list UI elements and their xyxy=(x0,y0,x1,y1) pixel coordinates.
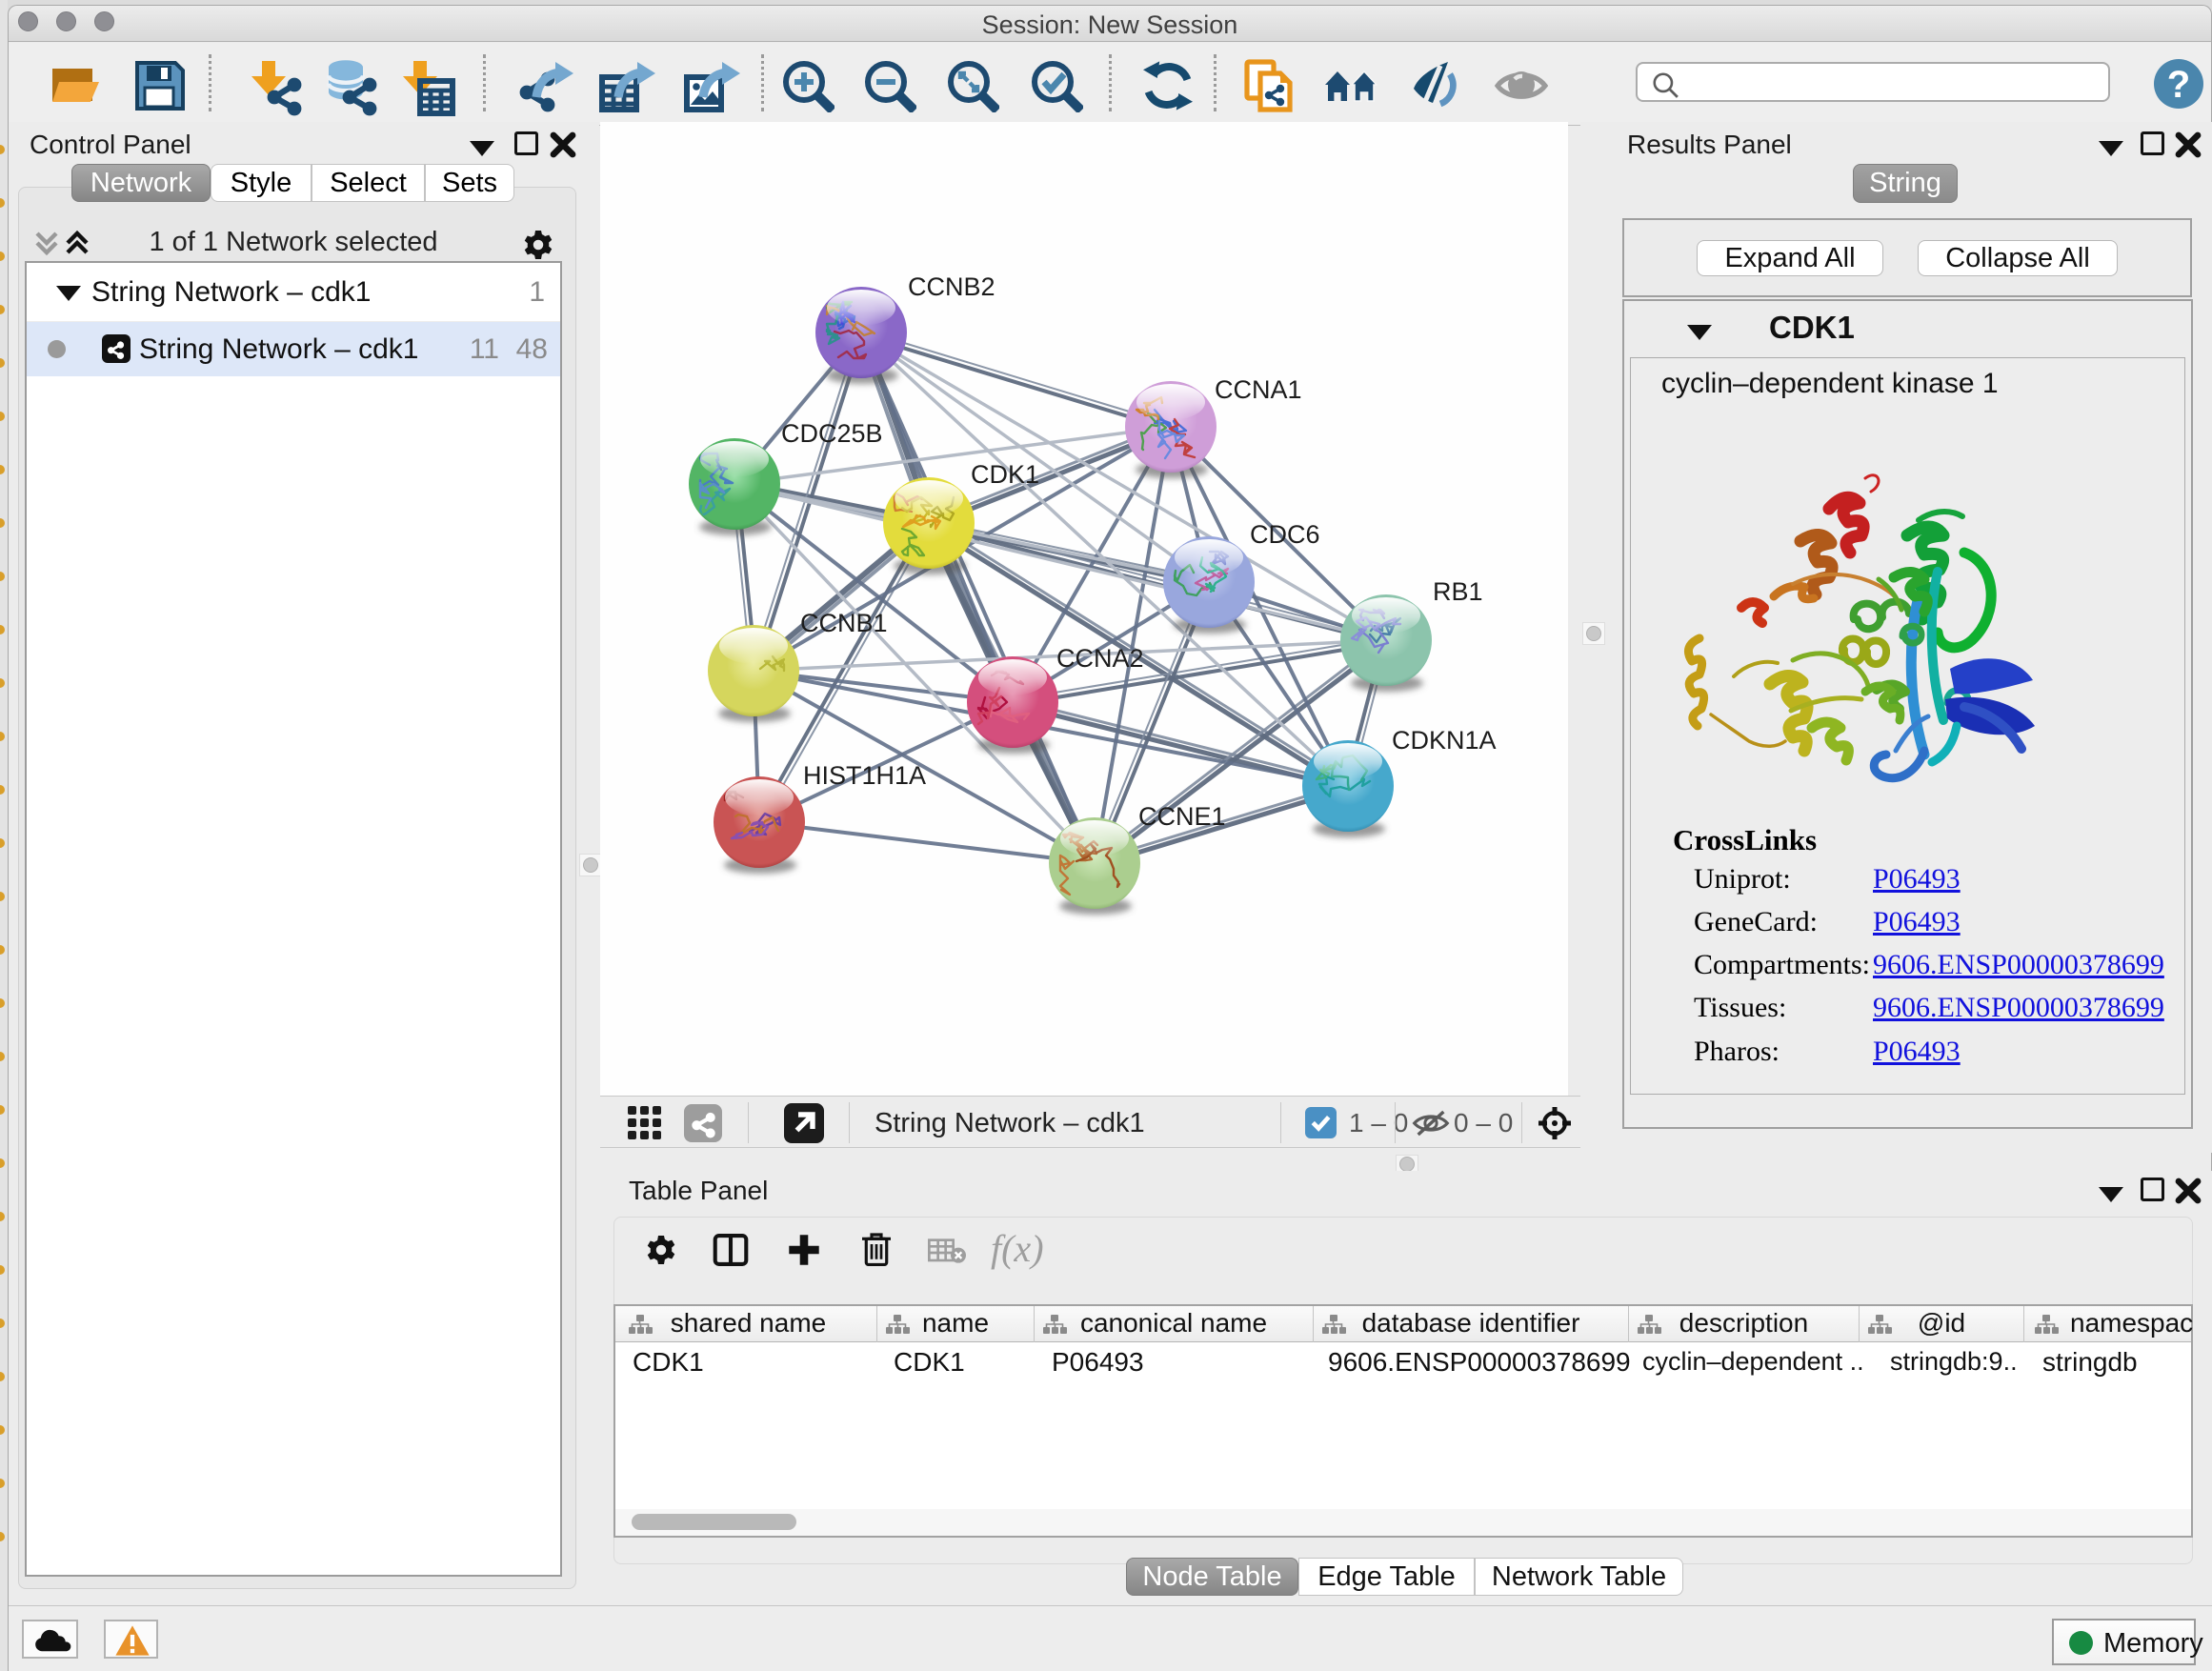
svg-text:CDC6: CDC6 xyxy=(1250,520,1320,549)
svg-text:CCNB2: CCNB2 xyxy=(908,272,995,301)
svg-text:CDC25B: CDC25B xyxy=(781,419,883,448)
svg-text:HIST1H1A: HIST1H1A xyxy=(803,761,926,790)
svg-text:CCNB1: CCNB1 xyxy=(800,609,888,637)
svg-text:CCNA2: CCNA2 xyxy=(1056,644,1144,673)
svg-text:CCNE1: CCNE1 xyxy=(1138,802,1226,831)
svg-text:CDKN1A: CDKN1A xyxy=(1392,726,1497,755)
svg-text:RB1: RB1 xyxy=(1433,577,1483,606)
svg-text:?: ? xyxy=(2167,64,2190,106)
svg-text:CCNA1: CCNA1 xyxy=(1215,375,1302,404)
svg-text:CDK1: CDK1 xyxy=(971,460,1039,489)
